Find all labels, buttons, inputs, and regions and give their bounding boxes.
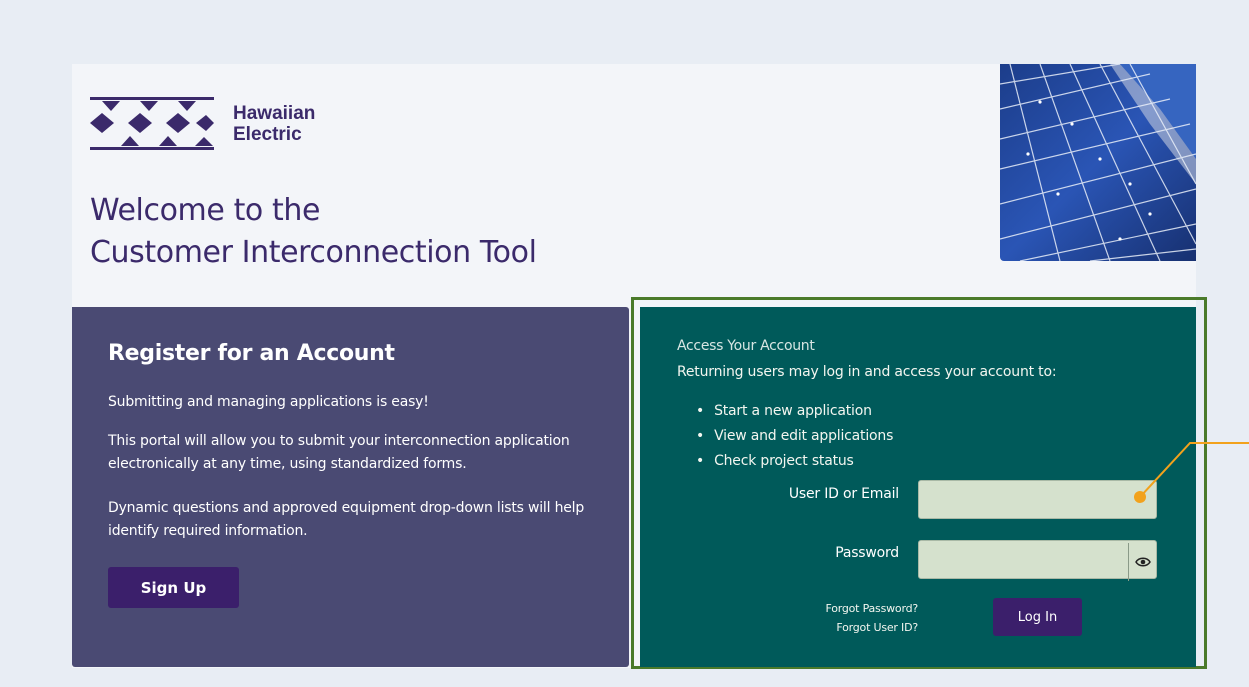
list-item: View and edit applications (696, 424, 893, 449)
login-intro: Returning users may log in and access yo… (677, 364, 1057, 380)
logo-wordmark: Hawaiian Electric (233, 103, 315, 145)
log-in-button[interactable]: Log In (993, 598, 1082, 636)
hawaiian-electric-logo (90, 97, 214, 150)
logo-line-2: Electric (233, 124, 302, 145)
login-caption: Access Your Account (677, 338, 815, 354)
register-title: Register for an Account (108, 341, 395, 366)
forgot-user-id-link[interactable]: Forgot User ID? (718, 621, 918, 634)
eye-icon (1134, 557, 1151, 567)
solar-panel-image (1000, 64, 1196, 261)
user-id-input[interactable] (918, 480, 1157, 519)
user-id-label: User ID or Email (788, 486, 899, 502)
logo-line-1: Hawaiian (233, 103, 316, 124)
welcome-line-1: Welcome to the (90, 193, 321, 228)
feature-list: Start a new application View and edit ap… (696, 399, 893, 474)
password-label: Password (835, 545, 899, 561)
register-text-1: Submitting and managing applications is … (108, 394, 429, 410)
password-input[interactable] (918, 540, 1157, 579)
forgot-password-link[interactable]: Forgot Password? (718, 602, 918, 615)
page-title: Welcome to the Customer Interconnection … (90, 190, 690, 274)
sign-up-button[interactable]: Sign Up (108, 567, 239, 608)
login-panel: Access Your Account Returning users may … (640, 307, 1196, 667)
welcome-line-2: Customer Interconnection Tool (90, 235, 537, 270)
register-text-3: Dynamic questions and approved equipment… (108, 500, 585, 539)
register-text-2: This portal will allow you to submit you… (108, 433, 570, 472)
list-item: Start a new application (696, 399, 893, 424)
show-password-toggle[interactable] (1128, 543, 1156, 581)
register-panel: Register for an Account Submitting and m… (72, 307, 629, 667)
list-item: Check project status (696, 449, 893, 474)
